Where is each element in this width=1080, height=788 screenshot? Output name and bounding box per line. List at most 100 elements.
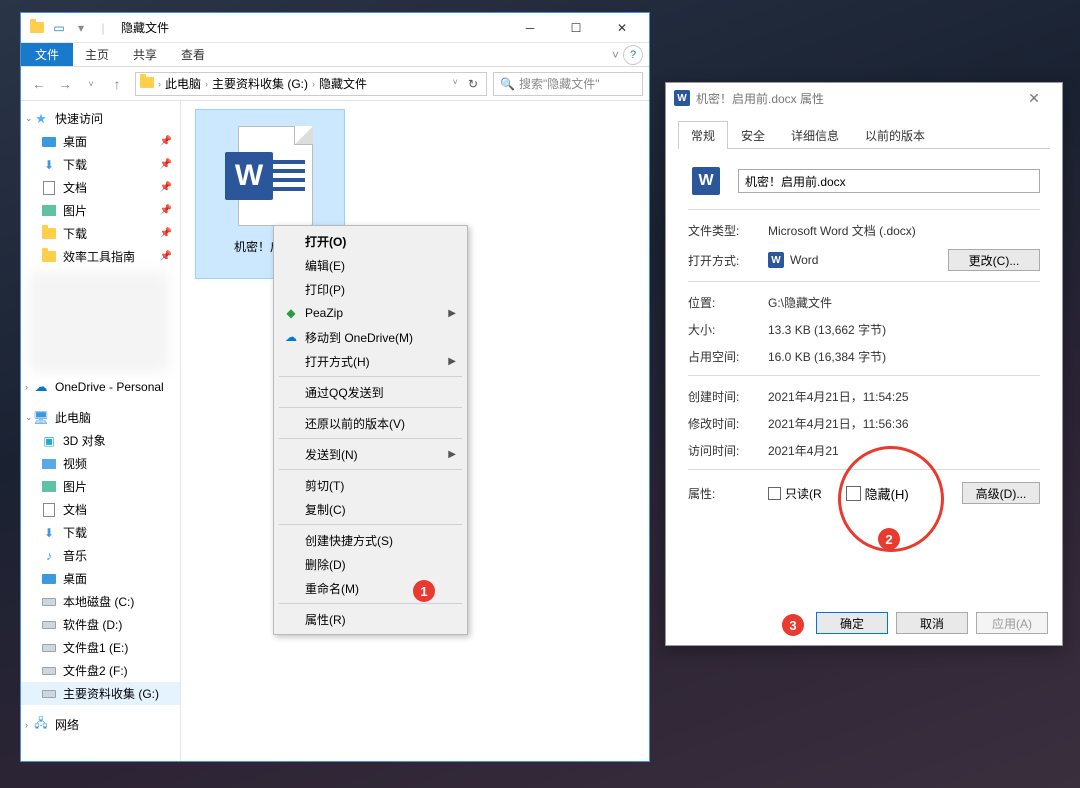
nav-efficiency[interactable]: 效率工具指南📌	[21, 245, 180, 268]
nav-videos[interactable]: 视频	[21, 452, 180, 475]
nav-forward-button[interactable]: →	[53, 72, 77, 96]
window-title: 隐藏文件	[121, 19, 169, 36]
props-titlebar: W 机密！启用前.docx 属性 ✕	[666, 83, 1062, 113]
props-title-text: 机密！启用前.docx 属性	[696, 90, 824, 107]
breadcrumb-seg[interactable]: 隐藏文件	[319, 75, 367, 92]
nav-quick-access[interactable]: ⌄★快速访问	[21, 107, 180, 130]
help-icon[interactable]: ?	[623, 45, 643, 65]
ctx-restore[interactable]: 还原以前的版本(V)	[277, 411, 464, 435]
hidden-checkbox[interactable]: 隐藏(H)	[846, 484, 909, 503]
value-ctime: 2021年4月21日，11:54:25	[768, 388, 1040, 405]
ribbon-view-tab[interactable]: 查看	[169, 43, 217, 66]
change-button[interactable]: 更改(C)...	[948, 249, 1040, 271]
value-size: 13.3 KB (13,662 字节)	[768, 321, 1040, 338]
nav-documents[interactable]: 文档📌	[21, 176, 180, 199]
nav-thispc[interactable]: ⌄🖥此电脑	[21, 406, 180, 429]
annotation-badge-2: 2	[878, 528, 900, 550]
ctx-separator	[279, 438, 462, 439]
ctx-separator	[279, 524, 462, 525]
ctx-move-onedrive[interactable]: ☁移动到 OneDrive(M)	[277, 325, 464, 349]
close-button[interactable]: ✕	[1014, 90, 1054, 107]
nav-history-button[interactable]: ˅	[79, 72, 103, 96]
label-filetype: 文件类型:	[688, 222, 768, 239]
nav-fdrive[interactable]: 文件盘2 (F:)	[21, 659, 180, 682]
ctx-open[interactable]: 打开(O)	[277, 229, 464, 253]
ribbon-share-tab[interactable]: 共享	[121, 43, 169, 66]
minimize-button[interactable]: ─	[507, 13, 553, 43]
advanced-button[interactable]: 高级(D)...	[962, 482, 1040, 504]
maximize-button[interactable]: ☐	[553, 13, 599, 43]
tab-general[interactable]: 常规	[678, 121, 728, 149]
search-input[interactable]: 🔍 搜索"隐藏文件"	[493, 72, 643, 96]
qat-item-icon[interactable]: ▾	[73, 20, 89, 36]
tab-security[interactable]: 安全	[728, 121, 778, 149]
nav-desktop[interactable]: 桌面📌	[21, 130, 180, 153]
nav-downloads2[interactable]: 下载📌	[21, 222, 180, 245]
label-ctime: 创建时间:	[688, 388, 768, 405]
chevron-right-icon[interactable]: ›	[312, 79, 315, 89]
ctx-rename[interactable]: 重命名(M)	[277, 576, 464, 600]
nav-back-button[interactable]: ←	[27, 72, 51, 96]
label-sizedisk: 占用空间:	[688, 348, 768, 365]
props-footer: 确定 取消 应用(A)	[666, 601, 1062, 645]
chevron-right-icon[interactable]: ›	[158, 79, 161, 89]
nav-up-button[interactable]: ↑	[105, 72, 129, 96]
pin-icon: 📌	[160, 228, 172, 239]
pin-icon: 📌	[160, 182, 172, 193]
nav-edrive[interactable]: 文件盘1 (E:)	[21, 636, 180, 659]
ribbon-home-tab[interactable]: 主页	[73, 43, 121, 66]
nav-onedrive[interactable]: ›☁OneDrive - Personal	[21, 376, 180, 398]
tab-previous[interactable]: 以前的版本	[852, 121, 938, 149]
ribbon-expand-icon[interactable]: ˅	[612, 48, 619, 62]
ctx-peazip[interactable]: ◆PeaZip▶	[277, 301, 464, 325]
nav-desktop2[interactable]: 桌面	[21, 567, 180, 590]
readonly-checkbox[interactable]: 只读(R	[768, 485, 822, 502]
ctx-send-to[interactable]: 发送到(N)▶	[277, 442, 464, 466]
address-bar[interactable]: › 此电脑 › 主要资料收集 (G:) › 隐藏文件 ˅ ↻	[135, 72, 487, 96]
apply-button[interactable]: 应用(A)	[976, 612, 1048, 634]
nav-documents2[interactable]: 文档	[21, 498, 180, 521]
nav-music[interactable]: ♪音乐	[21, 544, 180, 567]
nav-cdrive[interactable]: 本地磁盘 (C:)	[21, 590, 180, 613]
nav-blurred-region	[29, 272, 169, 372]
nav-downloads[interactable]: ⬇下载📌	[21, 153, 180, 176]
ctx-properties[interactable]: 属性(R)	[277, 607, 464, 631]
qat-item-icon[interactable]: ▭	[51, 20, 67, 36]
chevron-right-icon[interactable]: ›	[205, 79, 208, 89]
ctx-delete[interactable]: 删除(D)	[277, 552, 464, 576]
ctx-separator	[279, 407, 462, 408]
folder-icon	[140, 77, 154, 91]
address-dropdown-icon[interactable]: ˅	[449, 77, 462, 91]
value-location: G:\隐藏文件	[768, 294, 1040, 311]
pin-icon: 📌	[160, 159, 172, 170]
nav-pictures2[interactable]: 图片	[21, 475, 180, 498]
close-button[interactable]: ✕	[599, 13, 645, 43]
breadcrumb-seg[interactable]: 此电脑	[165, 75, 201, 92]
word-small-icon: W	[674, 90, 690, 106]
value-openwith: Word	[790, 253, 818, 267]
filename-input[interactable]: 机密！启用前.docx	[738, 169, 1040, 193]
ctx-print[interactable]: 打印(P)	[277, 277, 464, 301]
ctx-shortcut[interactable]: 创建快捷方式(S)	[277, 528, 464, 552]
nav-3d[interactable]: ▣3D 对象	[21, 429, 180, 452]
ribbon-file-tab[interactable]: 文件	[21, 43, 73, 66]
nav-pictures[interactable]: 图片📌	[21, 199, 180, 222]
ok-button[interactable]: 确定	[816, 612, 888, 634]
ctx-copy[interactable]: 复制(C)	[277, 497, 464, 521]
ctx-qq-send[interactable]: 通过QQ发送到	[277, 380, 464, 404]
props-tabs: 常规 安全 详细信息 以前的版本	[678, 121, 1050, 149]
ctx-separator	[279, 376, 462, 377]
ctx-open-with[interactable]: 打开方式(H)▶	[277, 349, 464, 373]
refresh-button[interactable]: ↻	[464, 77, 482, 91]
breadcrumb-seg[interactable]: 主要资料收集 (G:)	[212, 75, 308, 92]
nav-ddrive[interactable]: 软件盘 (D:)	[21, 613, 180, 636]
nav-downloads3[interactable]: ⬇下载	[21, 521, 180, 544]
nav-gdrive[interactable]: 主要资料收集 (G:)	[21, 682, 180, 705]
peazip-icon: ◆	[283, 305, 299, 321]
ctx-edit[interactable]: 编辑(E)	[277, 253, 464, 277]
tab-details[interactable]: 详细信息	[778, 121, 852, 149]
ctx-cut[interactable]: 剪切(T)	[277, 473, 464, 497]
nav-tree[interactable]: ⌄★快速访问 桌面📌 ⬇下载📌 文档📌 图片📌 下载📌 效率工具指南📌 ›☁On…	[21, 101, 181, 761]
cancel-button[interactable]: 取消	[896, 612, 968, 634]
nav-network[interactable]: ›🖧网络	[21, 713, 180, 736]
